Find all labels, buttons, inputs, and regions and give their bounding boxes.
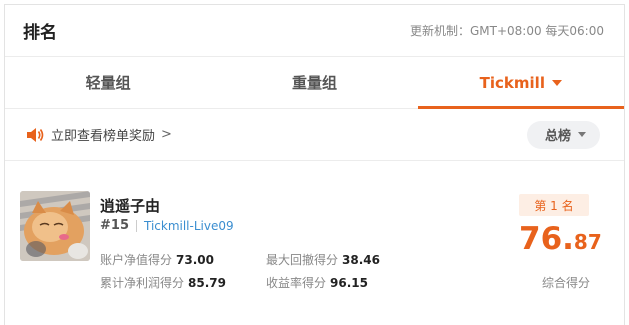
page-title: 排名: [23, 23, 57, 43]
promo-row: 立即查看榜单奖励 > 总榜: [5, 109, 624, 161]
ranking-panel: 排名 更新机制：GMT+08:00 每天06:00 轻量组 重量组 Tickmi…: [4, 4, 625, 325]
score-label: 综合得分: [542, 276, 591, 290]
filter-label: 总榜: [544, 129, 571, 144]
stat-label: 最大回撤得分: [266, 253, 339, 267]
speaker-icon: [27, 127, 44, 142]
update-schedule: 更新机制：GMT+08:00 每天06:00: [409, 24, 604, 38]
stat-value: 73.00: [176, 253, 214, 267]
stat-label: 收益率得分: [266, 276, 327, 290]
stat-label: 累计净利润得分: [100, 276, 185, 290]
tab-light[interactable]: 轻量组: [5, 57, 211, 108]
caret-down-icon: [578, 132, 586, 137]
composite-score: 76.87: [519, 221, 602, 257]
stat-max-drawdown: 最大回撤得分 38.46: [266, 251, 380, 268]
stat-return-rate: 收益率得分 96.15: [266, 274, 368, 291]
account-id: Tickmill-Live09: [143, 218, 234, 233]
group-tabs: 轻量组 重量组 Tickmill: [5, 57, 625, 109]
rank-line: #15 Tickmill-Live09: [100, 218, 234, 233]
rank-badge: 第 1 名: [519, 194, 589, 216]
stat-value: 38.46: [342, 253, 380, 267]
cat-avatar-image: [20, 191, 90, 261]
rank-number: #15: [100, 218, 129, 233]
tab-tickmill[interactable]: Tickmill: [417, 57, 625, 109]
stat-value: 85.79: [188, 276, 226, 290]
tab-label: Tickmill: [479, 73, 545, 92]
ranking-entry[interactable]: 逍遥子由 #15 Tickmill-Live09 账户净值得分 73.00 最大回…: [5, 161, 624, 321]
tab-label: 重量组: [291, 74, 337, 92]
chevron-right-icon: >: [161, 127, 172, 142]
promo-text: 立即查看榜单奖励: [51, 129, 156, 144]
score-integer: 76.: [519, 221, 574, 257]
caret-down-icon: [551, 79, 562, 86]
tab-label: 轻量组: [85, 74, 131, 92]
view-rewards-link[interactable]: 立即查看榜单奖励 >: [25, 125, 172, 144]
stat-net-profit: 累计净利润得分 85.79: [100, 274, 226, 291]
stat-label: 账户净值得分: [100, 253, 173, 267]
header: 排名 更新机制：GMT+08:00 每天06:00: [5, 5, 624, 57]
avatar[interactable]: [20, 191, 90, 261]
divider: [135, 219, 137, 232]
tab-heavy[interactable]: 重量组: [211, 57, 417, 108]
leaderboard-filter-dropdown[interactable]: 总榜: [526, 120, 600, 149]
trader-name[interactable]: 逍遥子由: [100, 195, 160, 216]
score-decimal: 87: [573, 230, 602, 254]
stat-value: 96.15: [330, 276, 368, 290]
stat-equity: 账户净值得分 73.00: [100, 251, 214, 268]
